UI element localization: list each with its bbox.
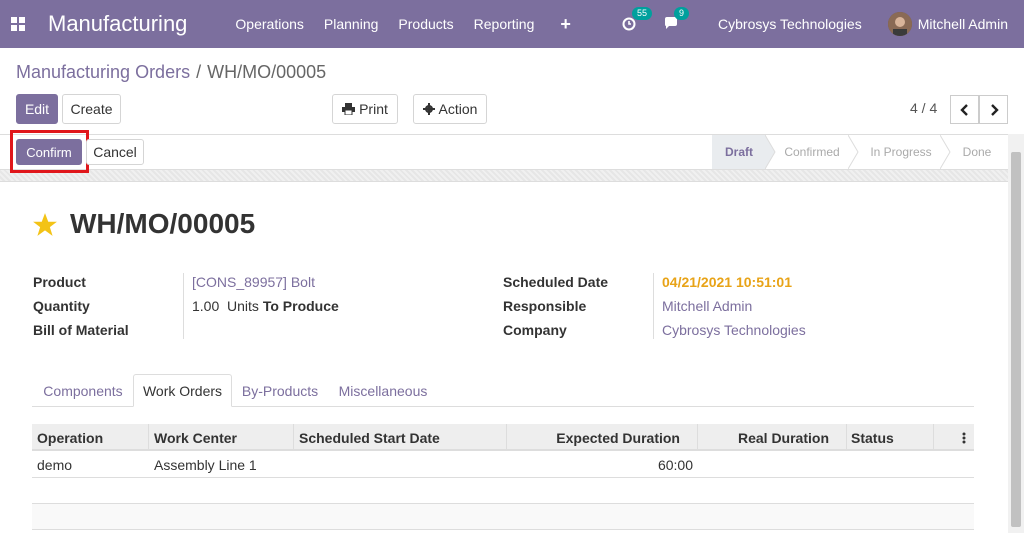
messages-button[interactable]: 9 [664,7,690,31]
column-status[interactable]: Status [851,424,894,451]
activity-count-badge: 55 [632,7,653,20]
column-separator [933,424,934,451]
menu-planning[interactable]: Planning [324,16,379,32]
print-icon [342,103,356,115]
field-divider [653,273,654,339]
plus-icon[interactable]: + [560,14,571,35]
optional-columns-icon[interactable] [962,424,966,451]
sheet-background [0,170,1008,182]
product-value[interactable]: [CONS_89957] Bolt [192,274,315,290]
menu-operations[interactable]: Operations [235,16,303,32]
column-operation[interactable]: Operation [37,424,103,451]
scheduled-date-value: 04/21/2021 10:51:01 [662,274,792,290]
menu-products[interactable]: Products [398,16,453,32]
empty-row [32,478,974,503]
message-count-badge: 9 [674,7,690,20]
menu-reporting[interactable]: Reporting [474,16,535,32]
column-separator [148,424,149,451]
breadcrumb: Manufacturing Orders / WH/MO/00005 [16,62,326,83]
quantity-value: 1.00 [192,298,220,314]
tab-work-orders[interactable]: Work Orders [133,374,232,407]
bom-label: Bill of Material [33,322,129,338]
quantity-field: 1.00 Units To Produce [192,298,339,314]
stage-arrow [848,135,859,169]
scheduled-date-label: Scheduled Date [503,274,609,290]
column-work-center[interactable]: Work Center [154,424,237,451]
tab-miscellaneous[interactable]: Miscellaneous [328,374,438,407]
app-title[interactable]: Manufacturing [48,11,187,37]
stage-draft: Draft [712,135,766,169]
print-button[interactable]: Print [332,94,398,124]
apps-grid-icon[interactable] [0,0,36,48]
quantity-label: Quantity [33,298,90,314]
empty-row [32,504,974,529]
company-value[interactable]: Cybrosys Technologies [662,322,806,338]
cell-operation[interactable]: demo [37,457,72,473]
quantity-unit: Units [227,298,259,314]
activity-button[interactable]: 55 [622,7,653,31]
scrollbar[interactable] [1008,134,1024,533]
row-divider [32,529,974,530]
column-separator [293,424,294,451]
cancel-button[interactable]: Cancel [86,139,144,165]
column-real-duration[interactable]: Real Duration [697,424,829,451]
gear-icon [422,103,435,115]
tab-components[interactable]: Components [33,374,133,407]
print-label: Print [359,101,388,117]
pager-value[interactable]: 4 / 4 [910,100,937,116]
user-menu[interactable]: Mitchell Admin [918,16,1008,32]
stage-confirmed[interactable]: Confirmed [776,135,848,169]
record-title: WH/MO/00005 [70,208,256,239]
clock-icon [622,17,636,31]
company-switcher[interactable]: Cybrosys Technologies [718,16,862,32]
scrollbar-thumb[interactable] [1011,152,1021,527]
cell-work-center[interactable]: Assembly Line 1 [154,457,257,473]
avatar[interactable] [887,12,912,36]
field-divider [183,273,184,339]
top-navbar: Manufacturing Operations Planning Produc… [0,0,1024,48]
stage-arrow [940,135,951,169]
cell-expected-duration[interactable]: 60:00 [600,457,693,473]
quantity-suffix: To Produce [262,298,339,314]
action-label: Action [438,101,478,117]
action-button[interactable]: Action [413,94,487,124]
chevron-left-icon [959,103,968,116]
stage-done[interactable]: Done [954,135,1000,169]
breadcrumb-parent[interactable]: Manufacturing Orders [16,62,190,82]
column-separator [846,424,847,451]
product-label: Product [33,274,86,290]
chevron-right-icon [990,103,999,116]
responsible-value[interactable]: Mitchell Admin [662,298,752,314]
confirm-highlight-box [10,130,89,173]
breadcrumb-current: WH/MO/00005 [207,62,327,82]
column-scheduled-start[interactable]: Scheduled Start Date [299,424,440,451]
column-expected-duration[interactable]: Expected Duration [506,424,680,451]
responsible-label: Responsible [503,298,587,314]
company-label: Company [503,322,567,338]
pager-next-button[interactable] [979,95,1008,124]
favorite-star-icon[interactable] [32,212,58,238]
pager-previous-button[interactable] [950,95,979,124]
create-button[interactable]: Create [62,94,121,124]
tab-by-products[interactable]: By-Products [232,374,328,407]
edit-button[interactable]: Edit [16,94,58,124]
stage-in-progress[interactable]: In Progress [862,135,940,169]
breadcrumb-separator: / [196,62,202,82]
